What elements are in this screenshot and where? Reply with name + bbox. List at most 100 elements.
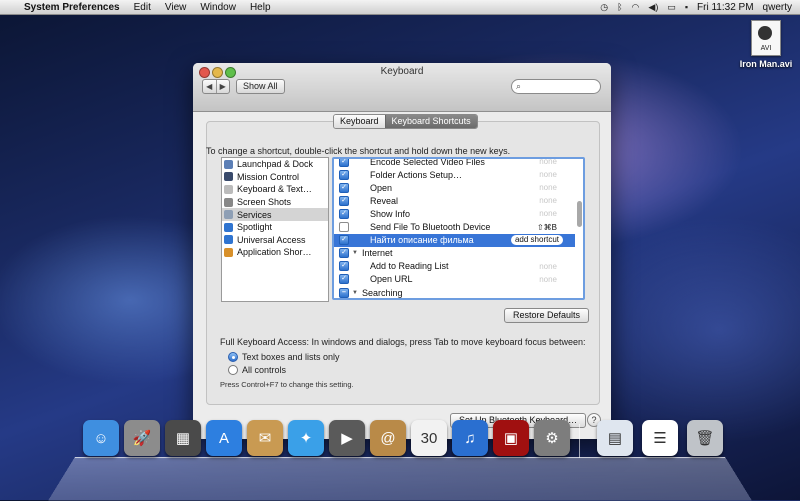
tab-keyboard-shortcuts[interactable]: Keyboard Shortcuts <box>384 115 477 128</box>
disclosure-triangle-icon[interactable]: ▼ <box>352 250 358 256</box>
shortcut-row[interactable]: ✓ Encode Selected Video Files none <box>334 157 575 168</box>
trash-icon[interactable]: 🗑 <box>687 420 723 456</box>
radio-all-controls-button[interactable] <box>228 365 238 375</box>
shortcut-checkbox[interactable]: ✓ <box>339 159 349 167</box>
shortcut-key[interactable]: none <box>539 209 557 218</box>
menu-bar: System Preferences Edit View Window Help… <box>0 0 800 15</box>
shortcut-checkbox[interactable]: – <box>339 287 349 298</box>
shortcut-row[interactable]: ✓ Найти описание фильма add shortcut <box>334 233 575 247</box>
radio-text-boxes-button[interactable] <box>228 352 238 362</box>
shortcut-label: Searching <box>361 287 403 298</box>
category-item[interactable]: Keyboard & Text… <box>222 183 328 196</box>
radio-all-controls[interactable]: All controls <box>228 365 286 375</box>
document-icon[interactable]: ☰ <box>642 420 678 456</box>
disclosure-triangle-icon[interactable]: ▼ <box>352 290 358 296</box>
system-preferences-icon[interactable]: ⚙ <box>534 420 570 456</box>
shortcut-label: Internet <box>361 248 393 259</box>
scrollbar-thumb[interactable] <box>577 201 582 227</box>
shortcut-key[interactable]: none <box>539 275 557 284</box>
gear-icon <box>224 210 233 220</box>
menu-window[interactable]: Window <box>200 2 236 13</box>
photo-booth-icon[interactable]: ▣ <box>493 420 529 456</box>
shortcut-checkbox[interactable]: ✓ <box>339 248 349 259</box>
category-label: Mission Control <box>237 171 300 182</box>
desktop-file[interactable]: AVI Iron Man.avi <box>737 20 795 69</box>
flag-icon[interactable]: ▪ <box>685 2 688 12</box>
shortcut-group-row[interactable]: ✓ ▼ Internet <box>334 247 575 260</box>
radio-text-boxes-label: Text boxes and lists only <box>242 352 340 362</box>
category-item[interactable]: Spotlight <box>222 221 328 234</box>
tab-keyboard[interactable]: Keyboard <box>334 115 385 128</box>
launchpad-icon <box>224 159 233 169</box>
shortcut-row[interactable]: ✓ Show Info none <box>334 207 575 220</box>
shortcut-key[interactable]: none <box>539 262 557 271</box>
category-item[interactable]: Launchpad & Dock <box>222 158 328 171</box>
desktop-file-name: Iron Man.avi <box>739 59 793 69</box>
wifi-icon[interactable]: ◠ <box>632 2 640 13</box>
menu-edit[interactable]: Edit <box>134 2 151 13</box>
shortcut-key[interactable]: none <box>539 183 557 192</box>
app-menu[interactable]: System Preferences <box>24 2 120 13</box>
user-menu[interactable]: qwerty <box>763 2 792 13</box>
shortcut-key[interactable]: none <box>539 196 557 205</box>
clock[interactable]: Fri 11:32 PM <box>697 2 754 13</box>
category-item[interactable]: Universal Access <box>222 234 328 247</box>
restore-defaults-button[interactable]: Restore Defaults <box>504 308 590 323</box>
show-all-button[interactable]: Show All <box>236 79 285 94</box>
shortcut-checkbox[interactable]: ✓ <box>339 235 349 246</box>
facetime-icon[interactable]: ▶ <box>329 420 365 456</box>
shortcut-label: Encode Selected Video Files <box>370 157 485 167</box>
shortcut-row[interactable]: ✓ Reveal none <box>334 194 575 207</box>
shortcut-checkbox[interactable]: ✓ <box>339 261 349 272</box>
shortcut-group-row[interactable]: – ▼ Searching <box>334 286 575 298</box>
shortcut-checkbox[interactable]: ✓ <box>339 208 349 219</box>
mail-stamp-icon[interactable]: ✉ <box>247 420 283 456</box>
add-shortcut-button[interactable]: add shortcut <box>510 235 563 246</box>
shortcut-checkbox[interactable] <box>339 222 349 232</box>
keyboard-icon <box>224 184 233 194</box>
preview-icon[interactable]: ▤ <box>597 420 633 456</box>
menu-help[interactable]: Help <box>250 2 271 13</box>
category-item[interactable]: Mission Control <box>222 171 328 184</box>
shortcut-key[interactable]: none <box>539 159 557 166</box>
shortcut-key[interactable]: ⇧⌘B <box>537 223 557 232</box>
forward-icon[interactable]: ▶ <box>215 80 230 93</box>
itunes-icon[interactable]: ♫ <box>452 420 488 456</box>
scrollbar[interactable] <box>577 161 582 296</box>
volume-icon[interactable]: ◀) <box>648 2 658 13</box>
finder-icon[interactable]: ☺ <box>83 420 119 456</box>
tab-bar: Keyboard Keyboard Shortcuts <box>333 114 478 129</box>
shortcut-checkbox[interactable]: ✓ <box>339 274 349 285</box>
back-icon[interactable]: ◀ <box>203 80 216 93</box>
shortcut-row[interactable]: ✓ Open URL none <box>334 273 575 286</box>
mission-control-icon[interactable]: ▦ <box>165 420 201 456</box>
search-input[interactable] <box>528 81 594 91</box>
shortcut-key[interactable]: none <box>539 170 557 179</box>
menu-view[interactable]: View <box>165 2 187 13</box>
bluetooth-icon[interactable]: ᛒ <box>617 2 622 12</box>
category-item[interactable]: Application Shor… <box>222 246 328 259</box>
shortcut-row[interactable]: ✓ Add to Reading List none <box>334 260 575 273</box>
category-label: Services <box>237 209 272 220</box>
app-store-icon[interactable]: A <box>206 420 242 456</box>
shortcut-row[interactable]: ✓ Open none <box>334 181 575 194</box>
category-item[interactable]: Services <box>222 208 328 221</box>
universal-access-icon <box>224 235 233 245</box>
launchpad-icon[interactable]: 🚀 <box>124 420 160 456</box>
window-title: Keyboard <box>380 66 424 77</box>
shortcut-row[interactable]: ✓ Folder Actions Setup… none <box>334 168 575 181</box>
category-item[interactable]: Screen Shots <box>222 196 328 209</box>
radio-text-boxes[interactable]: Text boxes and lists only <box>228 352 340 362</box>
radio-all-controls-label: All controls <box>242 365 287 375</box>
address-book-icon[interactable]: @ <box>370 420 406 456</box>
file-badge: AVI <box>760 45 772 52</box>
shortcut-checkbox[interactable]: ✓ <box>339 195 349 206</box>
safari-icon[interactable]: ✦ <box>288 420 324 456</box>
shortcut-row[interactable]: Send File To Bluetooth Device ⇧⌘B <box>334 221 575 234</box>
time-machine-icon[interactable]: ◷ <box>600 2 608 13</box>
shortcut-checkbox[interactable]: ✓ <box>339 169 349 180</box>
shortcut-label: Add to Reading List <box>370 261 449 272</box>
battery-icon[interactable]: ▭ <box>667 2 676 13</box>
shortcut-checkbox[interactable]: ✓ <box>339 182 349 193</box>
ical-icon[interactable]: 30 <box>411 420 447 456</box>
